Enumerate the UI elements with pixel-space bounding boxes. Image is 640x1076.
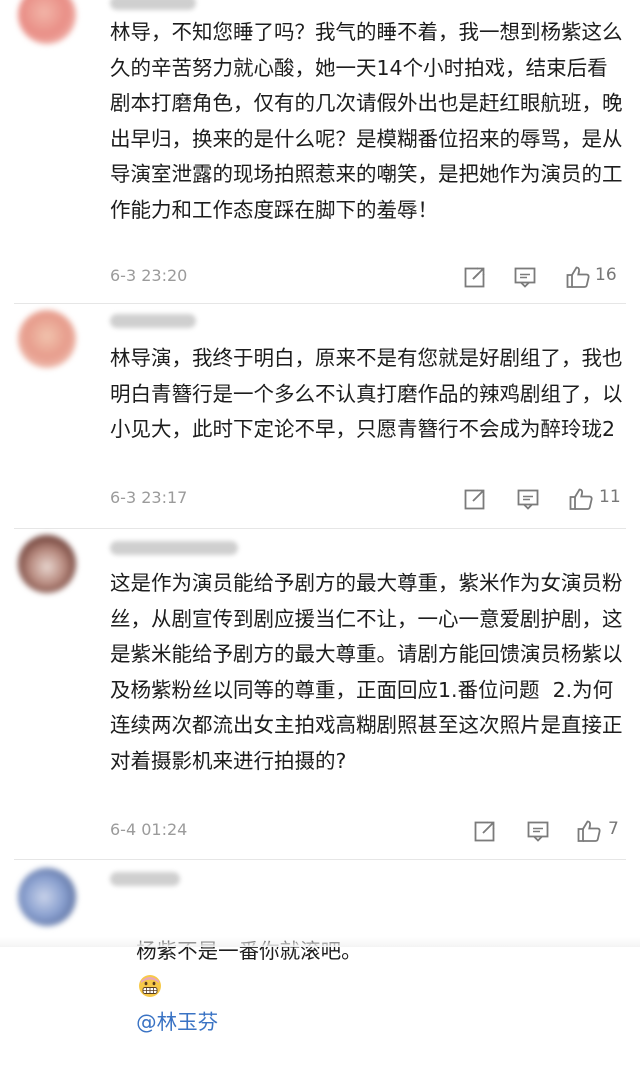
share-icon[interactable] [472, 818, 498, 844]
comment-icon[interactable] [525, 818, 551, 844]
username[interactable] [110, 541, 238, 555]
avatar[interactable] [18, 535, 76, 593]
comment-meta: 6-3 23:17 11 [110, 486, 626, 512]
share-icon[interactable] [462, 486, 488, 512]
username[interactable] [110, 314, 196, 328]
mention-link[interactable]: @林玉芬 [136, 1010, 218, 1034]
avatar[interactable] [18, 868, 76, 926]
avatar[interactable] [18, 310, 76, 368]
username[interactable] [110, 0, 196, 10]
comment-icon[interactable] [515, 486, 541, 512]
fade-edge [0, 937, 640, 947]
like-icon[interactable] [568, 486, 594, 512]
comment-meta: 6-3 23:20 16 [110, 264, 626, 290]
comment-item: 林导演，我终于明白，原来不是有您就是好剧组了，我也明白青簪行是一个多么不认真打磨… [0, 304, 640, 528]
username[interactable] [110, 872, 180, 886]
like-icon[interactable] [576, 818, 602, 844]
comment-text: 林导，不知您睡了吗？我气的睡不着，我一想到杨紫这么久的辛苦努力就心酸，她一天14… [110, 20, 623, 222]
comment-text: 林导演，我终于明白，原来不是有您就是好剧组了，我也明白青簪行是一个多么不认真打磨… [110, 346, 623, 441]
like-icon[interactable] [565, 264, 591, 290]
comment-time: 6-3 23:17 [110, 488, 188, 507]
comment-time: 6-4 01:24 [110, 820, 188, 839]
avatar[interactable] [18, 0, 76, 44]
comment-text: 杨紫不是一番你就滚吧。 @林玉芬 [110, 898, 626, 1076]
comment-text: 这是作为演员能给予剧方的最大尊重，紫米作为女演员粉丝，从剧宣传到剧应援当仁不让，… [110, 571, 623, 773]
like-count: 16 [595, 265, 617, 285]
comment-icon[interactable] [512, 264, 538, 290]
comment-meta: 6-4 01:24 7 [110, 818, 626, 844]
comment-time: 6-3 23:20 [110, 266, 188, 285]
comment-item: 杨紫不是一番你就滚吧。 @林玉芬 [0, 860, 640, 1034]
comment-item: 这是作为演员能给予剧方的最大尊重，紫米作为女演员粉丝，从剧宣传到剧应援当仁不让，… [0, 529, 640, 859]
like-count: 7 [608, 819, 619, 839]
share-icon[interactable] [462, 264, 488, 290]
comment-item: 林导，不知您睡了吗？我气的睡不着，我一想到杨紫这么久的辛苦努力就心酸，她一天14… [0, 0, 640, 300]
like-count: 11 [599, 487, 621, 507]
grimacing-face-icon [139, 975, 162, 997]
